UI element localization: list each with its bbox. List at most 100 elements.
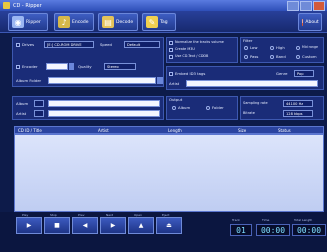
id3-label: Embed ID3 tags <box>175 71 206 76</box>
tag-button[interactable]: ✎ Tag <box>142 13 176 31</box>
artist2-select[interactable] <box>34 110 44 117</box>
ripper-button[interactable]: ◉ Ripper <box>8 13 48 31</box>
album-label: Album <box>16 101 29 106</box>
filter-high-label: High <box>276 45 285 50</box>
bitrate-select[interactable]: 128 kbps <box>283 110 313 117</box>
filter-pass-label: Pass <box>250 54 259 59</box>
prev-icon: ◀ <box>82 222 88 229</box>
column-status[interactable]: Status <box>278 128 318 133</box>
note-icon: ♪ <box>58 16 70 28</box>
output-folder-label: Folder <box>212 105 224 110</box>
encoder-checkbox[interactable] <box>16 65 20 69</box>
speed-label: Speed <box>100 42 112 47</box>
encoder-spinner[interactable] <box>69 63 74 70</box>
drive-select[interactable]: [E:] CD-ROM DRIVE <box>44 41 94 48</box>
encode-button[interactable]: ♪ Encode <box>54 13 94 31</box>
filter-label: Filter <box>243 38 253 43</box>
column-length[interactable]: Length <box>168 128 238 133</box>
track-list-header: CD ID / Title Artist Length Size Status <box>14 126 324 134</box>
minimize-button[interactable] <box>287 1 299 11</box>
artist-input[interactable] <box>186 80 318 87</box>
next-icon: ▶ <box>110 222 116 229</box>
close-button[interactable] <box>313 1 325 11</box>
cd-icon: ◉ <box>12 16 24 28</box>
filter-panel <box>240 37 324 63</box>
open-button[interactable]: ▲ <box>128 217 154 234</box>
album-select[interactable] <box>34 100 44 107</box>
track-list[interactable] <box>14 134 324 212</box>
filter-pass-radio[interactable] <box>244 55 248 59</box>
filter-band-radio[interactable] <box>270 55 274 59</box>
output-folder-radio[interactable] <box>206 106 210 110</box>
folder-icon: ▤ <box>102 16 114 28</box>
genre-select[interactable]: Pop <box>294 70 314 77</box>
option1-label: Normalize the tracks volume <box>175 40 224 44</box>
sampling-select[interactable]: 44100 Hz <box>283 100 313 107</box>
open-icon: ▲ <box>138 222 144 229</box>
output-album-radio[interactable] <box>172 106 176 110</box>
play-button[interactable]: ▶ <box>16 217 42 234</box>
filter-low-radio[interactable] <box>244 46 248 50</box>
option1-checkbox[interactable] <box>169 41 173 45</box>
window-title: CD - Ripper <box>13 2 42 9</box>
track-display-label: Track <box>232 218 240 222</box>
title-bar: CD - Ripper <box>0 0 327 11</box>
time-display-label: Time <box>262 218 270 222</box>
filter-custom-label: Custom <box>302 54 317 59</box>
time-display: 00:00 <box>256 224 290 236</box>
column-size[interactable]: Size <box>238 128 278 133</box>
artist-label: Artist <box>169 81 180 86</box>
filter-mid-label: Mid range <box>302 45 318 49</box>
prev-button[interactable]: ◀ <box>72 217 98 234</box>
stop-icon: ■ <box>54 222 60 229</box>
quality-label: Quality <box>78 64 92 69</box>
artist2-label: Artist <box>16 111 27 116</box>
eject-icon: ⏏ <box>166 222 172 229</box>
tag-icon: ✎ <box>146 16 158 28</box>
about-label: About <box>305 19 319 25</box>
sampling-label: Sampling rate <box>243 101 268 105</box>
stop-button[interactable]: ■ <box>44 217 70 234</box>
total-display: 00:00 <box>292 224 326 236</box>
filter-band-label: Band <box>276 54 286 59</box>
next-button[interactable]: ▶ <box>100 217 126 234</box>
filter-mid-radio[interactable] <box>296 46 300 50</box>
quality-select[interactable]: Stereo <box>104 63 136 70</box>
option2-checkbox[interactable] <box>169 48 173 52</box>
column-artist[interactable]: Artist <box>98 128 168 133</box>
browse-button[interactable] <box>157 77 163 84</box>
speed-select[interactable]: Default <box>124 41 160 48</box>
decode-button[interactable]: ▤ Decode <box>98 13 138 31</box>
filter-high-radio[interactable] <box>270 46 274 50</box>
filter-low-label: Low <box>250 45 258 50</box>
track-display: 01 <box>230 224 252 236</box>
id3-checkbox[interactable] <box>169 72 173 76</box>
window-controls <box>287 1 325 11</box>
option3-checkbox[interactable] <box>169 55 173 59</box>
option3-label: Use CD-Text / CDDB <box>175 54 209 58</box>
maximize-button[interactable] <box>300 1 312 11</box>
output-label: Output <box>169 97 183 102</box>
genre-label: Genre <box>276 71 288 76</box>
column-title[interactable]: CD ID / Title <box>15 128 98 133</box>
album-folder-input[interactable] <box>48 77 156 84</box>
filter-custom-radio[interactable] <box>296 55 300 59</box>
encoder-label: Encoder <box>22 64 38 69</box>
album-input[interactable] <box>48 100 160 107</box>
decode-label: Decode <box>116 19 134 25</box>
bitrate-label: Bitrate <box>243 111 255 115</box>
drive-label: Drives <box>22 42 35 47</box>
encoder-field[interactable] <box>46 63 68 70</box>
artist2-input[interactable] <box>48 110 160 117</box>
total-display-label: Total Length <box>294 218 313 222</box>
option2-label: Create M3U <box>175 47 195 51</box>
app-icon <box>3 2 10 9</box>
about-button[interactable]: i About <box>298 13 322 31</box>
output-album-label: Album <box>178 105 191 110</box>
tag-label: Tag <box>160 19 168 25</box>
drive-checkbox[interactable] <box>16 43 20 47</box>
ripper-label: Ripper <box>26 19 41 25</box>
encode-label: Encode <box>72 19 89 25</box>
eject-button[interactable]: ⏏ <box>156 217 182 234</box>
play-icon: ▶ <box>26 222 32 229</box>
